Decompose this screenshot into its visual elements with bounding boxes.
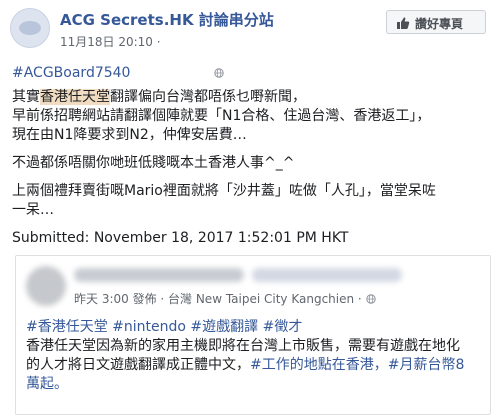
thumbs-up-icon [397, 17, 410, 29]
globe-icon [365, 294, 376, 304]
shared-line2-hashtags[interactable]: #工作的地點在香港，#月薪台幣8 [250, 357, 464, 373]
post-hashtag[interactable]: #ACGBoard7540 [12, 64, 492, 83]
shared-author-avatar[interactable] [26, 266, 66, 306]
shared-meta-text[interactable]: 昨天 3:00 發佈 · 台灣 New Taipei City Kangchie… [74, 292, 366, 306]
post-line-1: 其實香港任天堂翻譯偏向台灣都唔係乜嘢新聞， [12, 88, 492, 107]
post-line-6: 一呆… [12, 202, 54, 218]
line1-prefix: 其實 [12, 89, 40, 105]
page-name-link[interactable]: ACG Secrets.HK 討論串分站 [60, 9, 274, 30]
line1-suffix: 翻譯偏向台灣都唔係乜嘢新聞， [110, 89, 306, 105]
shared-post-card[interactable]: 昨天 3:00 發佈 · 台灣 New Taipei City Kangchie… [15, 255, 491, 415]
post-line-3: 現在由N1降要求到N2，仲俾安居費… [12, 127, 247, 143]
like-page-label: 讚好專頁 [415, 17, 464, 31]
submitted-timestamp: Submitted: November 18, 2017 1:52:01 PM … [12, 230, 349, 246]
highlighted-text: 香港任天堂 [40, 89, 110, 105]
shared-post-meta[interactable]: 昨天 3:00 發佈 · 台灣 New Taipei City Kangchie… [74, 290, 376, 307]
shared-text-line-3[interactable]: 萬起。 [26, 375, 68, 394]
like-page-button[interactable]: 讚好專頁 [386, 10, 486, 34]
post-timestamp[interactable]: 11月18日 20:10 · [60, 33, 224, 78]
timestamp-text[interactable]: 11月18日 20:10 · [60, 35, 161, 49]
shared-line2-text: 的人才將日文遊戲翻譯成正體中文， [26, 357, 250, 373]
shared-author-page-blurred[interactable] [252, 268, 402, 282]
post-line-4: 不過都係唔關你哋班低賤嘅本土香港人事^_^ [12, 155, 295, 171]
shared-author-name-blurred[interactable] [74, 268, 244, 282]
shared-text-line-2: 的人才將日文遊戲翻譯成正體中文，#工作的地點在香港，#月薪台幣8 [26, 356, 464, 375]
post-line-5: 上兩個禮拜賣街嘅Mario裡面就將「沙井蓋」咗做「人孔」，當堂呆咗 [12, 183, 436, 199]
post-header: ACG Secrets.HK 討論串分站 11月18日 20:10 · 讚好專頁 [0, 0, 497, 78]
page-avatar[interactable] [10, 8, 50, 48]
post-line-2: 早前係招聘網站請翻譯個陣就要「N1合格、住過台灣、香港返工」， [12, 108, 431, 124]
shared-text-line-1: 香港任天堂因為新的家用主機即將在台灣上市販售，需要有遊戲在地化 [26, 338, 460, 354]
shared-hashtags[interactable]: #香港任天堂 #nintendo #遊戲翻譯 #徵才 [26, 318, 302, 337]
